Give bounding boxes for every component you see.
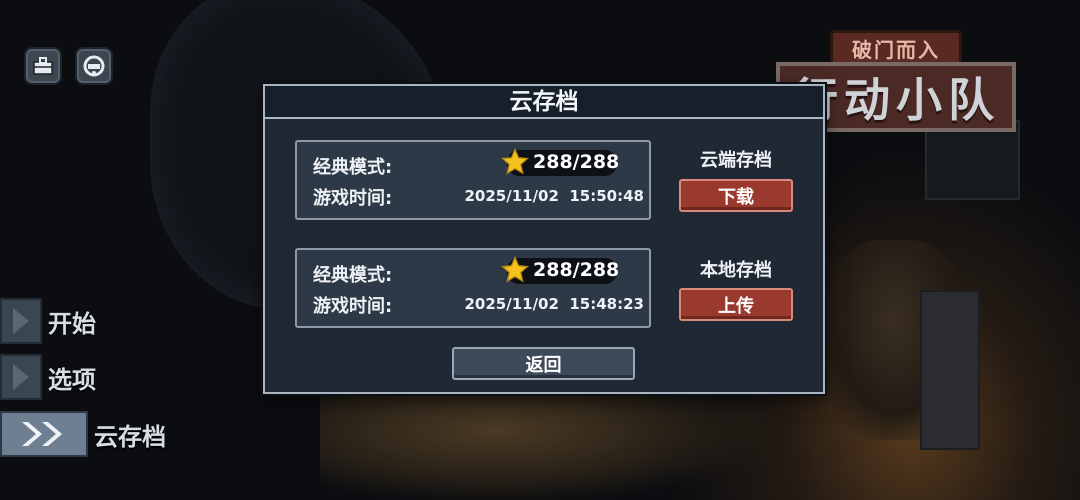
star-count: 288/288 [533, 151, 620, 173]
star-icon [500, 255, 530, 283]
menu-item-label: 开始 [48, 309, 96, 338]
dialog-title: 云存档 [265, 86, 823, 119]
chevron-right-icon [0, 354, 42, 400]
star-count: 288/288 [533, 259, 620, 281]
chevron-right-icon [0, 298, 42, 344]
mode-label: 经典模式: [313, 265, 393, 286]
briefcase-button[interactable] [24, 47, 62, 85]
logo-subtitle: 破门而入 [830, 30, 962, 66]
cloud-save-label: 云端存档 [700, 150, 772, 171]
star-icon [500, 147, 530, 175]
time-label: 游戏时间: [313, 296, 393, 317]
menu-item-cloud-save[interactable]: 云存档 [0, 411, 166, 457]
local-save-label: 本地存档 [700, 260, 772, 281]
cloud-save-card: 经典模式: 288/288 游戏时间: 2025/11/02 15:50:48 [295, 140, 651, 220]
background-riot-shield [920, 290, 980, 450]
save-time: 2025/11/02 15:48:23 [464, 295, 644, 313]
briefcase-icon [33, 57, 53, 75]
save-time: 2025/11/02 15:50:48 [464, 187, 644, 205]
helmet-button[interactable] [75, 47, 113, 85]
menu-item-label: 云存档 [94, 422, 166, 451]
menu-item-options[interactable]: 选项 [0, 354, 96, 400]
download-button[interactable]: 下载 [679, 179, 793, 212]
local-save-card: 经典模式: 288/288 游戏时间: 2025/11/02 15:48:23 [295, 248, 651, 328]
menu-item-start[interactable]: 开始 [0, 298, 96, 344]
helmet-icon [83, 55, 105, 77]
back-button[interactable]: 返回 [452, 347, 635, 380]
menu-item-label: 选项 [48, 365, 96, 394]
double-chevron-right-icon [0, 411, 88, 457]
cloud-save-dialog: 云存档 经典模式: 288/288 游戏时间: 2025/11/02 15:50… [263, 84, 825, 394]
upload-button[interactable]: 上传 [679, 288, 793, 321]
time-label: 游戏时间: [313, 188, 393, 209]
mode-label: 经典模式: [313, 157, 393, 178]
